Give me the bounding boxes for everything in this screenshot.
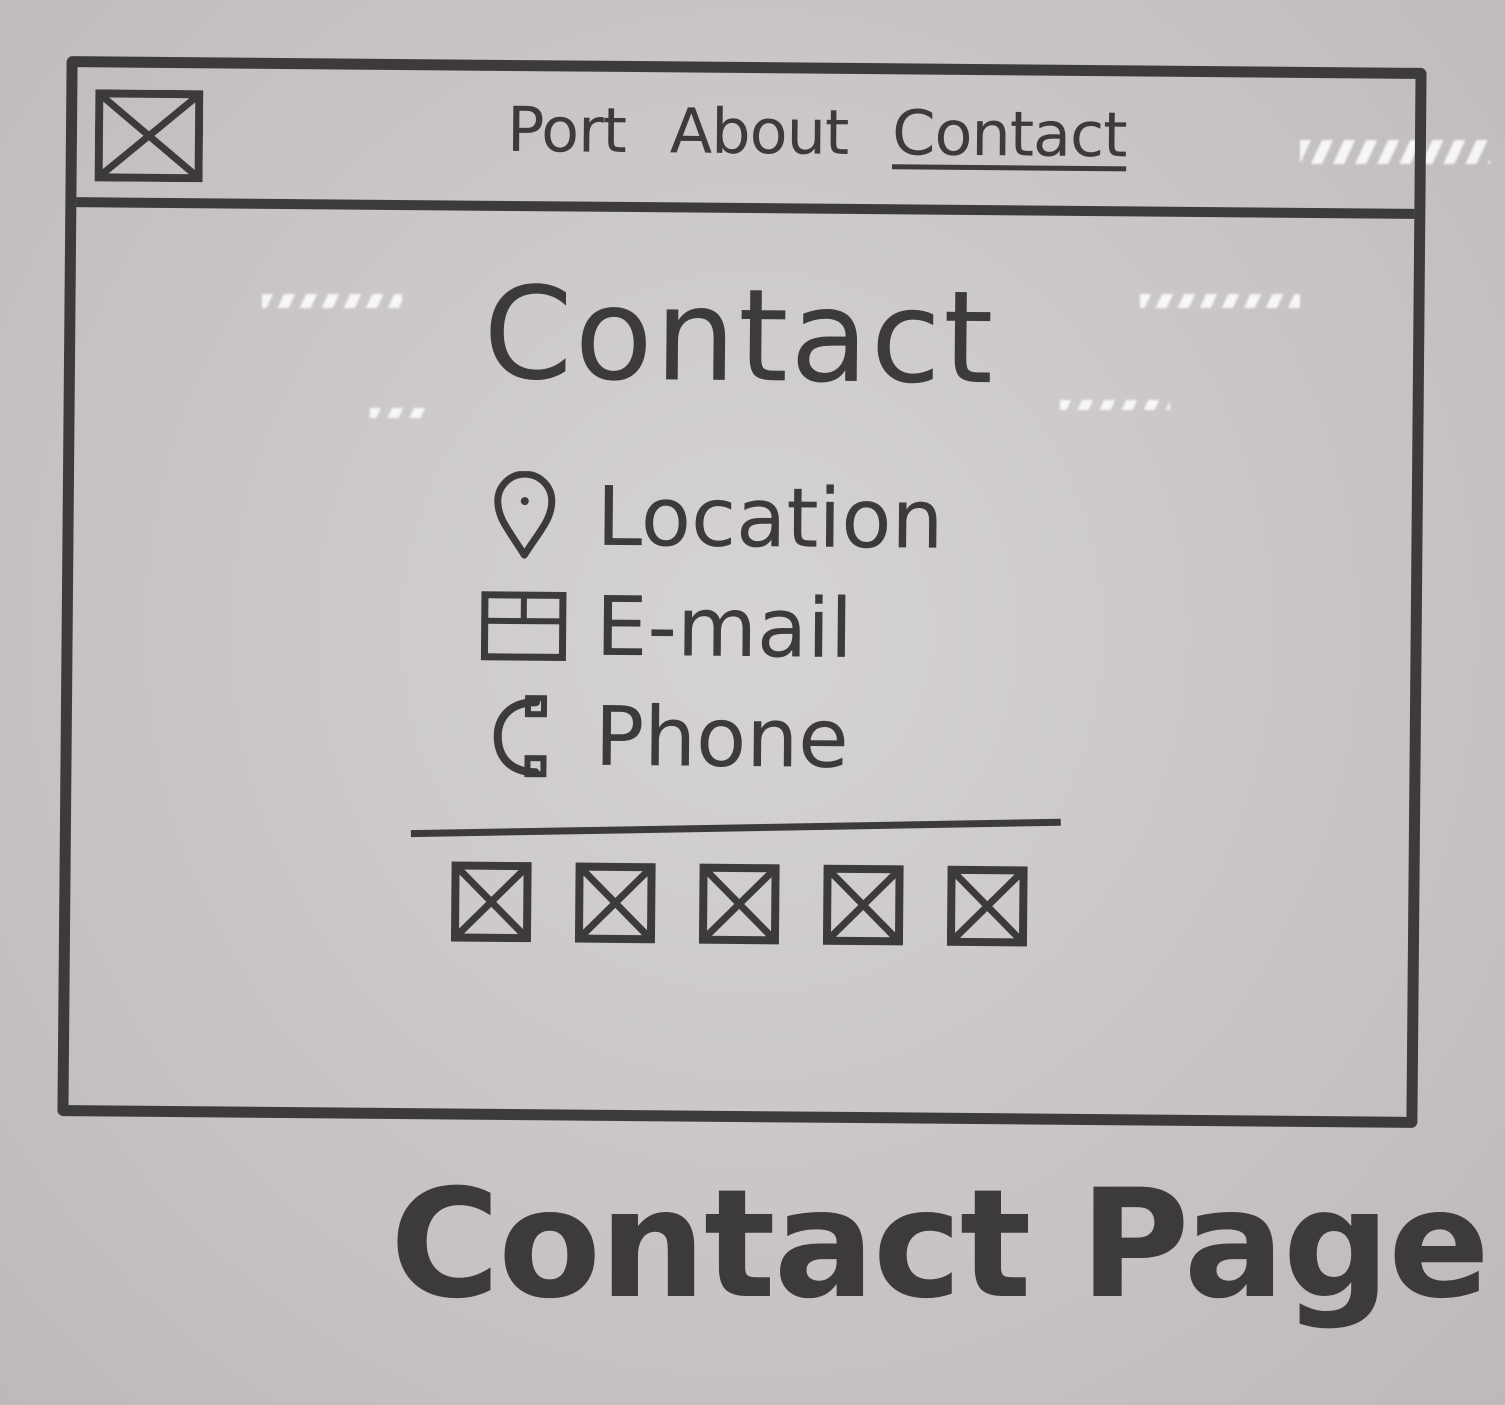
sketch-caption: Contact Page xyxy=(390,1158,1490,1332)
image-placeholder-icon[interactable] xyxy=(822,864,905,947)
navbar: Port About Contact xyxy=(76,67,1416,219)
nav-links: Port About Contact xyxy=(507,93,1127,171)
contact-item-label: Location xyxy=(596,469,944,568)
contact-item-email[interactable]: E-mail xyxy=(477,571,943,685)
page-title: Contact xyxy=(482,259,996,414)
logo-placeholder-icon[interactable] xyxy=(94,89,204,183)
browser-window-sketch: Port About Contact Contact Location E-ma… xyxy=(57,56,1427,1128)
image-placeholder-icon[interactable] xyxy=(450,860,533,943)
contact-item-label: Phone xyxy=(594,689,850,787)
image-placeholder-icon[interactable] xyxy=(574,862,657,945)
nav-link-port[interactable]: Port xyxy=(507,93,627,167)
image-placeholder-icon[interactable] xyxy=(946,865,1029,948)
social-icons-row xyxy=(450,860,1029,947)
divider xyxy=(410,818,1061,838)
contact-item-phone[interactable]: Phone xyxy=(476,681,942,795)
nav-link-about[interactable]: About xyxy=(670,94,849,169)
contact-list: Location E-mail Phone xyxy=(476,461,944,795)
main-content: Contact Location E-mail Phone xyxy=(68,207,1414,1117)
phone-icon xyxy=(476,690,569,783)
image-placeholder-icon[interactable] xyxy=(698,863,781,946)
nav-link-contact[interactable]: Contact xyxy=(892,96,1127,171)
contact-item-label: E-mail xyxy=(595,579,854,677)
mail-icon xyxy=(477,580,570,673)
location-pin-icon xyxy=(478,470,571,563)
contact-item-location[interactable]: Location xyxy=(478,461,944,575)
